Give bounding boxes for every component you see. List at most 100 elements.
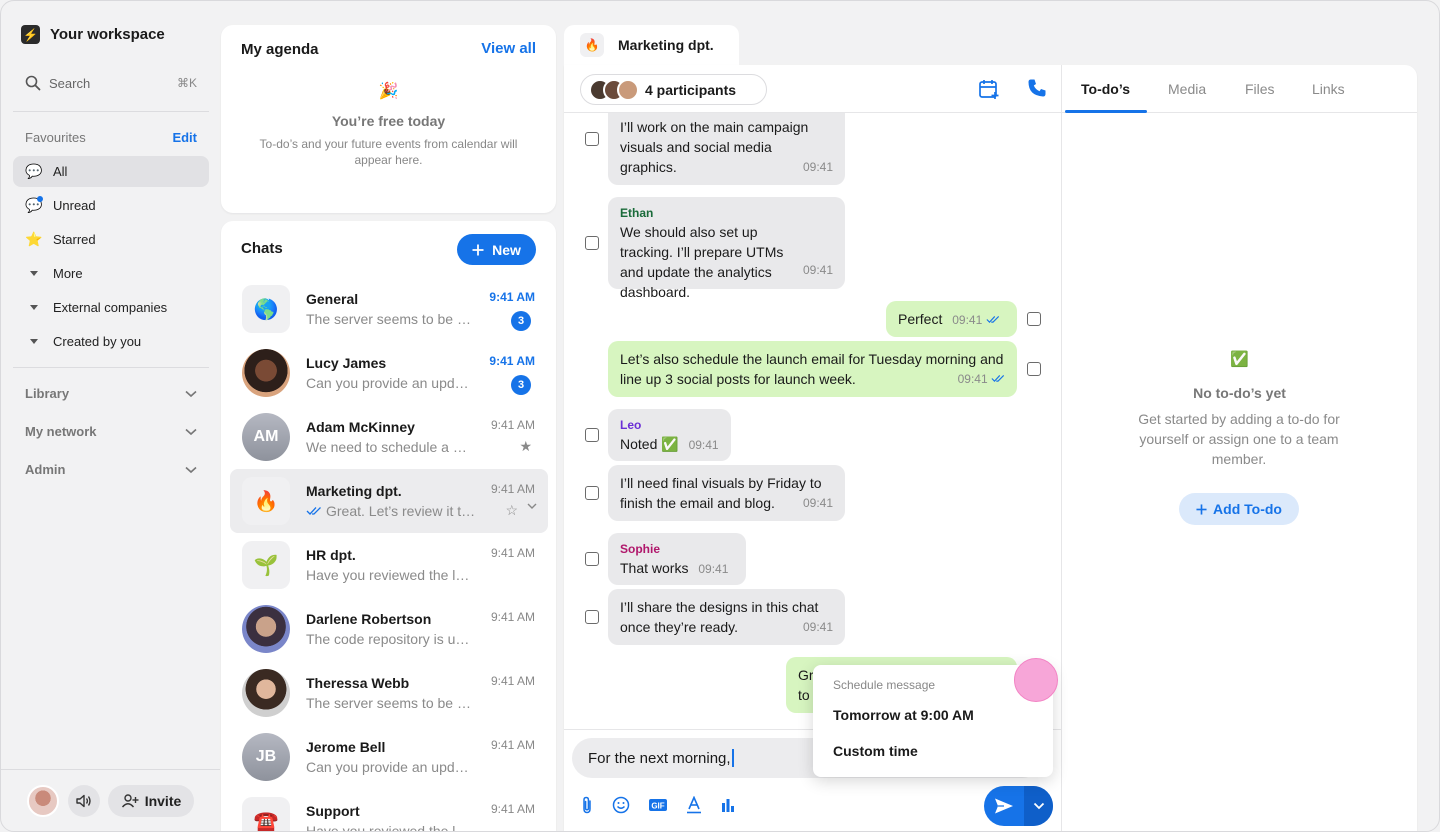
phone-icon[interactable] bbox=[1027, 78, 1047, 98]
chat-name: General bbox=[306, 291, 359, 307]
chat-preview: Can you provide an update? bbox=[306, 375, 476, 391]
tab-files[interactable]: Files bbox=[1245, 81, 1275, 97]
fire-icon: 🔥 bbox=[242, 477, 290, 525]
tab-todos[interactable]: To-do’s bbox=[1081, 81, 1130, 97]
todo-checkbox[interactable] bbox=[585, 428, 599, 442]
todo-checkbox[interactable] bbox=[585, 486, 599, 500]
todo-checkbox[interactable] bbox=[585, 552, 599, 566]
send-button[interactable] bbox=[984, 786, 1024, 826]
chat-time: 9:41 AM bbox=[490, 482, 535, 496]
sidebar-item-label: Created by you bbox=[53, 334, 142, 349]
sidebar-item-starred[interactable]: ⭐ Starred bbox=[13, 224, 209, 255]
schedule-tomorrow-option[interactable]: Tomorrow at 9:00 AM bbox=[833, 707, 974, 723]
chat-row-theressa-webb[interactable]: Theressa Webb The server seems to be dow… bbox=[230, 661, 548, 725]
avatar: AM bbox=[242, 413, 290, 461]
section-admin[interactable]: Admin bbox=[25, 462, 197, 477]
todo-checkbox[interactable] bbox=[1027, 312, 1041, 326]
message-time: 09:41 bbox=[698, 562, 729, 576]
participant-avatars bbox=[589, 78, 639, 101]
chat-row-lucy-james[interactable]: Lucy James Can you provide an update? 9:… bbox=[230, 341, 548, 405]
attachment-icon[interactable] bbox=[580, 796, 594, 814]
message-bubble[interactable]: Sophie That works 09:41 bbox=[608, 533, 746, 585]
todo-checkbox[interactable] bbox=[1027, 362, 1041, 376]
add-todo-button[interactable]: Add To-do bbox=[1179, 493, 1299, 525]
chat-preview: Have you reviewed the latest draft? bbox=[306, 823, 476, 832]
message-bubble[interactable]: Ethan We should also set up tracking. I’… bbox=[608, 197, 845, 300]
text-format-icon[interactable] bbox=[686, 796, 702, 814]
workspace-switcher[interactable]: ⚡ Your workspace bbox=[21, 25, 165, 44]
gif-icon[interactable]: GIF bbox=[648, 798, 668, 812]
message-text: That works bbox=[620, 560, 689, 576]
avatar bbox=[242, 669, 290, 717]
schedule-custom-time-option[interactable]: Custom time bbox=[833, 743, 918, 759]
chat-row-support[interactable]: ☎️ Support Have you reviewed the latest … bbox=[230, 789, 548, 832]
todo-checkbox[interactable] bbox=[585, 610, 599, 624]
chat-preview: Have you reviewed the latest draft? bbox=[306, 567, 476, 583]
chat-row-jerome-bell[interactable]: JB Jerome Bell Can you provide an update… bbox=[230, 725, 548, 789]
emoji-icon[interactable] bbox=[612, 796, 630, 814]
party-icon: 🎉 bbox=[378, 83, 399, 100]
active-tab-indicator bbox=[1065, 110, 1147, 113]
chat-row-adam-mckinney[interactable]: AM Adam McKinney We need to schedule a m… bbox=[230, 405, 548, 469]
agenda-title: My agenda bbox=[241, 41, 319, 58]
chat-row-marketing-dpt[interactable]: 🔥 Marketing dpt. Great. Let’s review it … bbox=[230, 469, 548, 533]
participants-button[interactable]: 4 participants bbox=[580, 74, 767, 105]
message-author: Sophie bbox=[620, 542, 661, 556]
invite-button[interactable]: Invite bbox=[108, 785, 194, 817]
chat-time: 9:41 AM bbox=[489, 290, 535, 304]
chat-row-darlene-robertson[interactable]: Darlene Robertson The code repository is… bbox=[230, 597, 548, 661]
my-avatar[interactable] bbox=[27, 785, 59, 817]
schedule-dropdown-button[interactable] bbox=[1024, 786, 1053, 826]
new-chat-button[interactable]: New bbox=[457, 234, 536, 265]
chat-preview-text: Great. Let’s review it tomorrow. bbox=[326, 503, 476, 519]
tab-marketing-dpt[interactable]: 🔥 Marketing dpt. bbox=[564, 25, 739, 65]
message-bubble[interactable]: Leo Noted ✅ 09:41 bbox=[608, 409, 731, 461]
unread-chat-icon: 💬 bbox=[25, 196, 43, 213]
chat-name: Adam McKinney bbox=[306, 419, 415, 435]
starred-icon[interactable]: ★ bbox=[519, 438, 532, 455]
sidebar-item-unread[interactable]: 💬 Unread bbox=[13, 190, 209, 221]
sidebar-item-created-by-you[interactable]: Created by you bbox=[13, 326, 209, 357]
sidebar-item-all[interactable]: 💬 All bbox=[13, 156, 209, 187]
todo-checkbox[interactable] bbox=[585, 132, 599, 146]
text-cursor bbox=[731, 749, 734, 767]
sidebar-item-label: Starred bbox=[53, 232, 96, 247]
section-my-network[interactable]: My network bbox=[25, 424, 197, 439]
poll-icon[interactable] bbox=[720, 797, 736, 813]
caret-icon bbox=[25, 305, 43, 310]
message-text: We should also set up tracking. I’ll pre… bbox=[620, 224, 784, 300]
sidebar-item-external-companies[interactable]: External companies bbox=[13, 292, 209, 323]
chevron-down-icon bbox=[185, 390, 197, 397]
chat-bubble-icon: 💬 bbox=[25, 163, 43, 179]
chat-time: 9:41 AM bbox=[490, 546, 535, 560]
chevron-down-icon[interactable] bbox=[527, 502, 537, 510]
chat-row-general[interactable]: 🌎 General The server seems to be down ag… bbox=[230, 277, 548, 341]
chat-row-hr-dpt[interactable]: 🌱 HR dpt. Have you reviewed the latest d… bbox=[230, 533, 548, 597]
message-input-value: For the next morning, bbox=[588, 749, 731, 767]
message-bubble[interactable]: Let’s also schedule the launch email for… bbox=[608, 341, 1017, 397]
calendar-add-icon[interactable] bbox=[978, 78, 1000, 100]
tab-links[interactable]: Links bbox=[1312, 81, 1345, 97]
message-bubble[interactable]: I’ll work on the main campaign visuals a… bbox=[608, 113, 845, 185]
todo-checkbox[interactable] bbox=[585, 236, 599, 250]
message-bubble[interactable]: Perfect 09:41 bbox=[886, 301, 1017, 337]
workspace-name: Your workspace bbox=[50, 26, 165, 43]
section-library[interactable]: Library bbox=[25, 386, 197, 401]
star-outline-icon[interactable]: ☆ bbox=[505, 502, 518, 519]
message-bubble[interactable]: I’ll need final visuals by Friday to fin… bbox=[608, 465, 845, 521]
divider bbox=[13, 367, 209, 368]
tab-media[interactable]: Media bbox=[1168, 81, 1206, 97]
sidebar-item-label: Unread bbox=[53, 198, 96, 213]
sound-button[interactable] bbox=[68, 785, 100, 817]
view-all-link[interactable]: View all bbox=[481, 40, 536, 57]
panel-divider bbox=[1061, 65, 1062, 831]
sidebar-item-more[interactable]: More bbox=[13, 258, 209, 289]
sidebar-item-label: All bbox=[53, 164, 68, 179]
favourites-edit-button[interactable]: Edit bbox=[172, 130, 197, 145]
section-label: Admin bbox=[25, 462, 66, 477]
chevron-down-icon bbox=[185, 428, 197, 435]
message-bubble[interactable]: I’ll share the designs in this chat once… bbox=[608, 589, 845, 645]
participants-label: 4 participants bbox=[645, 81, 737, 98]
chat-preview: Great. Let’s review it tomorrow. bbox=[306, 503, 476, 519]
search-button[interactable]: Search ⌘K bbox=[25, 75, 197, 91]
